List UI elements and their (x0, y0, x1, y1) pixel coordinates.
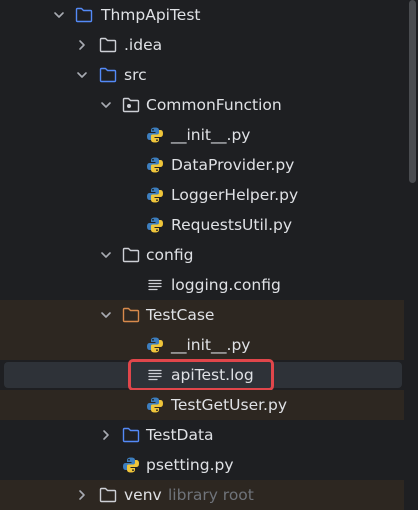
python-file-icon (123, 457, 139, 473)
tree-item-label: apiTest.log (171, 366, 254, 384)
tree-item-label: ThmpApiTest (101, 6, 201, 24)
python-file-icon (147, 217, 163, 233)
excluded-folder-icon (122, 307, 140, 323)
tree-item-label: DataProvider.py (171, 156, 295, 174)
chevron-down-icon[interactable] (100, 249, 112, 261)
tree-item-file[interactable]: TestGetUser.py (0, 390, 404, 420)
tree-item-testdata[interactable]: TestData (0, 420, 404, 450)
tree-item-file[interactable]: DataProvider.py (0, 150, 404, 180)
source-folder-icon (99, 67, 117, 83)
package-folder-icon (122, 97, 140, 113)
tree-item-testcase[interactable]: TestCase (0, 300, 404, 330)
python-file-icon (147, 127, 163, 143)
chevron-down-icon[interactable] (76, 69, 88, 81)
tree-item-thmpapitest[interactable]: ThmpApiTest (0, 0, 404, 30)
tree-item-label: psetting.py (146, 456, 234, 474)
tree-item-label: __init__.py (171, 336, 251, 354)
tree-item-label: .idea (124, 36, 163, 54)
tree-item-src[interactable]: src (0, 60, 404, 90)
tree-item-file-selected[interactable]: apiTest.log (4, 359, 402, 391)
tree-item-file[interactable]: psetting.py (0, 450, 404, 480)
tree-item-label: __init__.py (171, 126, 251, 144)
tree-item-label: CommonFunction (146, 96, 282, 114)
python-file-icon (147, 157, 163, 173)
folder-icon (99, 37, 117, 53)
tree-item-config[interactable]: config (0, 240, 404, 270)
tree-item-file[interactable]: logging.config (0, 270, 404, 300)
tree-item-idea[interactable]: .idea (0, 30, 404, 60)
folder-icon (122, 427, 140, 443)
chevron-down-icon[interactable] (100, 309, 112, 321)
tree-item-label: RequestsUtil.py (171, 216, 293, 234)
tree-item-label: LoggerHelper.py (171, 186, 299, 204)
tree-item-label: TestData (146, 426, 214, 444)
tree-item-label: config (146, 246, 194, 264)
chevron-right-icon[interactable] (100, 429, 112, 441)
chevron-right-icon[interactable] (76, 39, 88, 51)
tree-item-label: src (124, 66, 147, 84)
python-file-icon (147, 397, 163, 413)
chevron-down-icon[interactable] (100, 99, 112, 111)
tree-item-file[interactable]: LoggerHelper.py (0, 180, 404, 210)
tree-item-file[interactable]: __init__.py (0, 330, 404, 360)
chevron-right-icon[interactable] (76, 489, 88, 501)
tree-item-file[interactable]: __init__.py (0, 120, 404, 150)
tree-item-label: TestGetUser.py (171, 396, 287, 414)
text-file-icon (148, 369, 162, 381)
tree-item-commonfunction[interactable]: CommonFunction (0, 90, 404, 120)
project-tree: ThmpApiTest .idea src CommonFunction __i… (0, 0, 418, 510)
vertical-scrollbar[interactable] (409, 0, 416, 183)
folder-icon (122, 247, 140, 263)
tree-item-label: logging.config (171, 276, 281, 294)
tree-item-label: venv (124, 486, 162, 504)
python-file-icon (147, 337, 163, 353)
chevron-down-icon[interactable] (53, 9, 65, 21)
folder-icon (99, 487, 117, 503)
tree-item-label: TestCase (146, 306, 215, 324)
text-file-icon (148, 279, 162, 291)
tree-item-venv[interactable]: venv library root (0, 480, 404, 510)
folder-icon (75, 7, 93, 23)
library-root-label: library root (168, 486, 254, 504)
tree-item-file[interactable]: RequestsUtil.py (0, 210, 404, 240)
python-file-icon (147, 187, 163, 203)
